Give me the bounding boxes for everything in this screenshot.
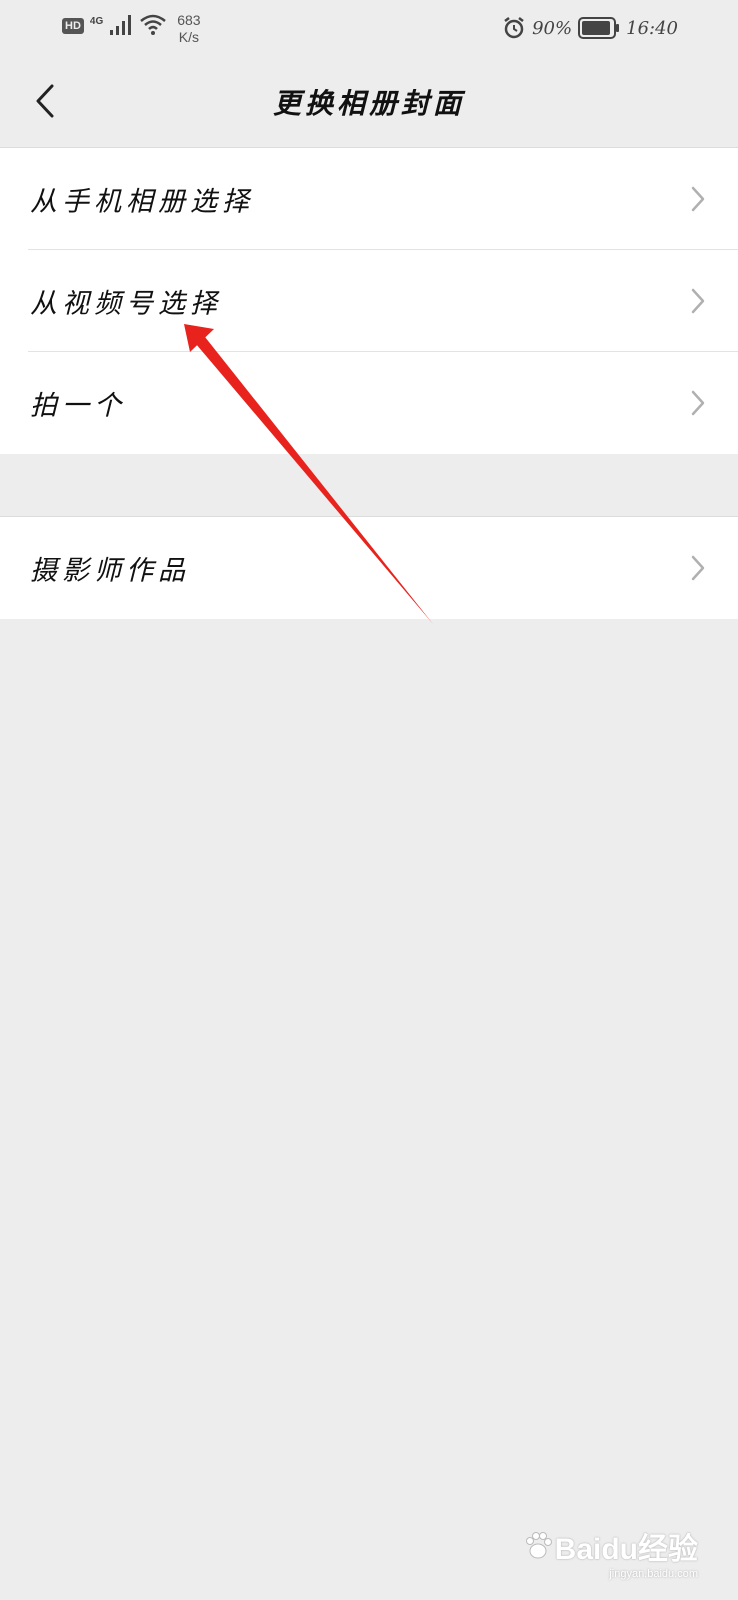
battery-percent: 90% [532,17,573,39]
chevron-right-icon [691,555,705,581]
chevron-right-icon [691,186,705,212]
signal-icon [110,15,132,35]
speed-unit: K/s [178,29,200,45]
option-label: 从视频号选择 [30,288,222,320]
option-label: 拍一个 [30,390,126,422]
watermark-main: Baidu经验 [523,1524,698,1568]
option-from-channels[interactable]: 从视频号选择 [0,250,738,352]
clock: 16:40 [626,17,678,39]
watermark-sub: jingyan.baidu.com [609,1568,698,1580]
status-left: HD 4G 683 K/s [62,12,201,46]
chevron-right-icon [691,390,705,416]
page-title: 更换相册封面 [272,87,465,120]
baidu-watermark: Baidu经验 jingyan.baidu.com [523,1524,698,1580]
cover-options-group: 从手机相册选择 从视频号选择 拍一个 [0,147,738,454]
paw-icon [525,1532,552,1559]
nav-bar: 更换相册封面 [0,56,738,146]
option-label: 摄影师作品 [30,555,190,587]
network-type: 4G [89,16,104,27]
wifi-icon [140,14,167,35]
option-photographer-works[interactable]: 摄影师作品 [0,517,738,619]
alarm-icon [504,17,524,39]
battery-icon [578,17,620,39]
network-speed: 683 K/s [177,12,200,46]
option-take-photo[interactable]: 拍一个 [0,352,738,454]
option-from-phone-album[interactable]: 从手机相册选择 [0,148,738,250]
hd-badge: HD [62,18,84,34]
chevron-right-icon [691,288,705,314]
status-right: 90% 16:40 [502,16,678,40]
option-label: 从手机相册选择 [30,186,254,218]
speed-value: 683 [177,12,201,28]
status-bar: HD 4G 683 K/s 90% 16:40 [0,0,738,56]
photographer-group: 摄影师作品 [0,516,738,619]
